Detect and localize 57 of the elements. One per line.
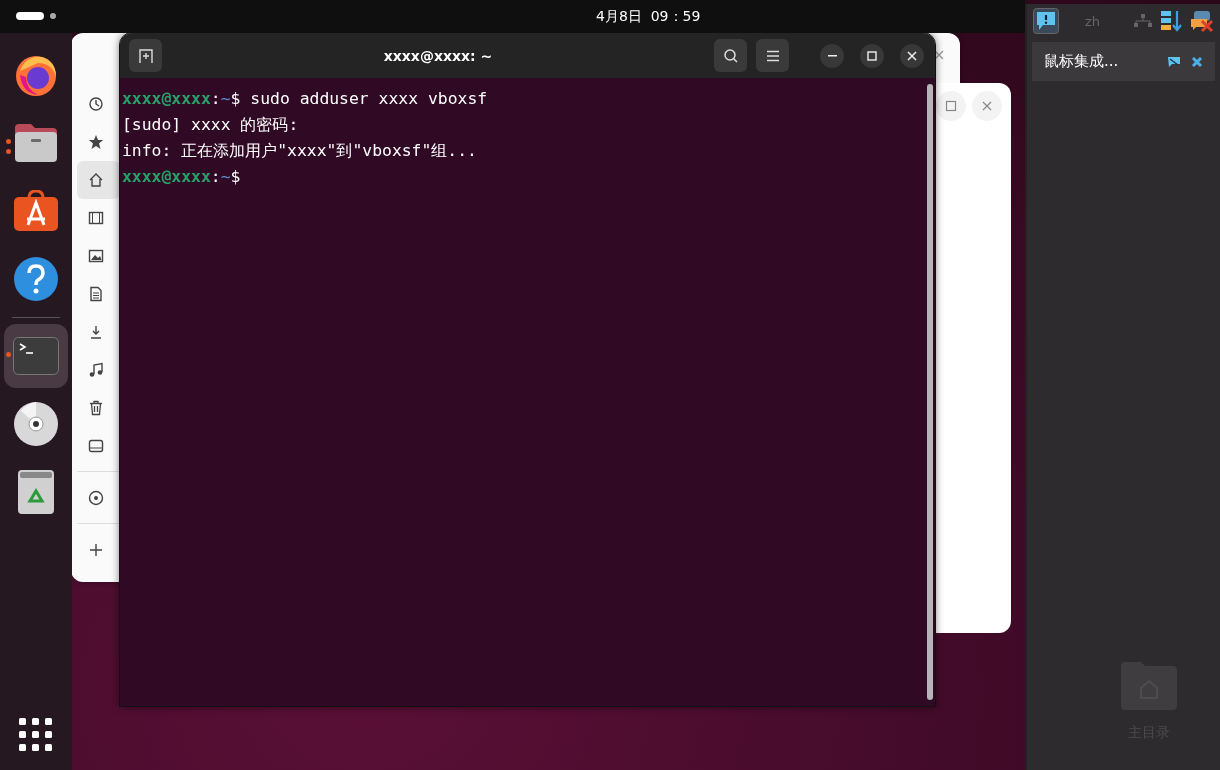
- help-icon[interactable]: [13, 256, 59, 302]
- document-icon: [88, 286, 104, 302]
- new-tab-button[interactable]: [129, 39, 162, 72]
- prompt-separator: :: [210, 88, 221, 110]
- output-line: [sudo] xxxx 的密码:: [122, 114, 299, 136]
- app-grid-icon[interactable]: [19, 718, 53, 752]
- output-line: info: 正在添加用户"xxxx"到"vboxsf"组...: [122, 140, 477, 162]
- notification-item[interactable]: 鼠标集成...: [1032, 42, 1215, 81]
- prompt-separator: :: [210, 166, 221, 188]
- search-icon: [722, 47, 739, 64]
- prompt-user: xxxx@xxxx: [122, 166, 211, 188]
- close-button[interactable]: [900, 43, 924, 68]
- maximize-button[interactable]: [860, 43, 884, 68]
- maximize-button[interactable]: [936, 91, 966, 121]
- command-text: sudo adduser xxxx vboxsf: [250, 88, 488, 110]
- sort-icon[interactable]: [1160, 9, 1182, 33]
- menu-icon: [765, 49, 780, 62]
- image-icon: [88, 248, 104, 264]
- maximize-icon: [945, 100, 957, 112]
- window-title: xxxx@xxxx: ~: [382, 47, 494, 64]
- clock[interactable]: 4月8日 09：59: [596, 8, 701, 26]
- clock-icon: [88, 96, 104, 112]
- folder-icon: [1121, 660, 1177, 710]
- prompt-path: ~: [220, 166, 231, 188]
- prompt-user: xxxx@xxxx: [122, 88, 211, 110]
- workspace-indicator[interactable]: [16, 12, 56, 20]
- folder-icon[interactable]: [13, 122, 59, 164]
- maximize-icon: [866, 49, 878, 62]
- disconnected-icon[interactable]: [1190, 9, 1214, 33]
- sidebar-item[interactable]: [77, 161, 120, 199]
- plus-icon: [88, 542, 104, 558]
- home-icon: [88, 172, 104, 188]
- message-icon[interactable]: [1033, 8, 1059, 34]
- terminal-icon[interactable]: [13, 337, 59, 375]
- prompt-path: ~: [220, 88, 231, 110]
- minimize-icon: [827, 54, 837, 57]
- music-note-icon: [88, 362, 104, 378]
- network-icon[interactable]: [1134, 14, 1152, 28]
- new-tab-icon: [137, 47, 154, 64]
- close-icon: [981, 100, 993, 112]
- prompt-sign: $: [230, 166, 241, 188]
- disc-icon: [88, 490, 104, 506]
- download-icon: [88, 324, 104, 340]
- film-icon: [88, 210, 104, 226]
- prompt-sign: $: [230, 88, 241, 110]
- star-icon: [88, 134, 104, 150]
- close-icon: [906, 49, 918, 62]
- search-button[interactable]: [714, 39, 747, 72]
- recycle-bin-icon[interactable]: [17, 469, 55, 515]
- scrollbar[interactable]: [927, 84, 933, 700]
- minimize-button[interactable]: [820, 43, 844, 68]
- mouse-integration-icon[interactable]: [1167, 55, 1181, 68]
- shopping-bag-icon[interactable]: [13, 190, 59, 232]
- menu-button[interactable]: [756, 39, 789, 72]
- disc-icon[interactable]: [13, 401, 59, 447]
- drive-icon: [88, 438, 104, 454]
- trash-icon: [88, 400, 104, 416]
